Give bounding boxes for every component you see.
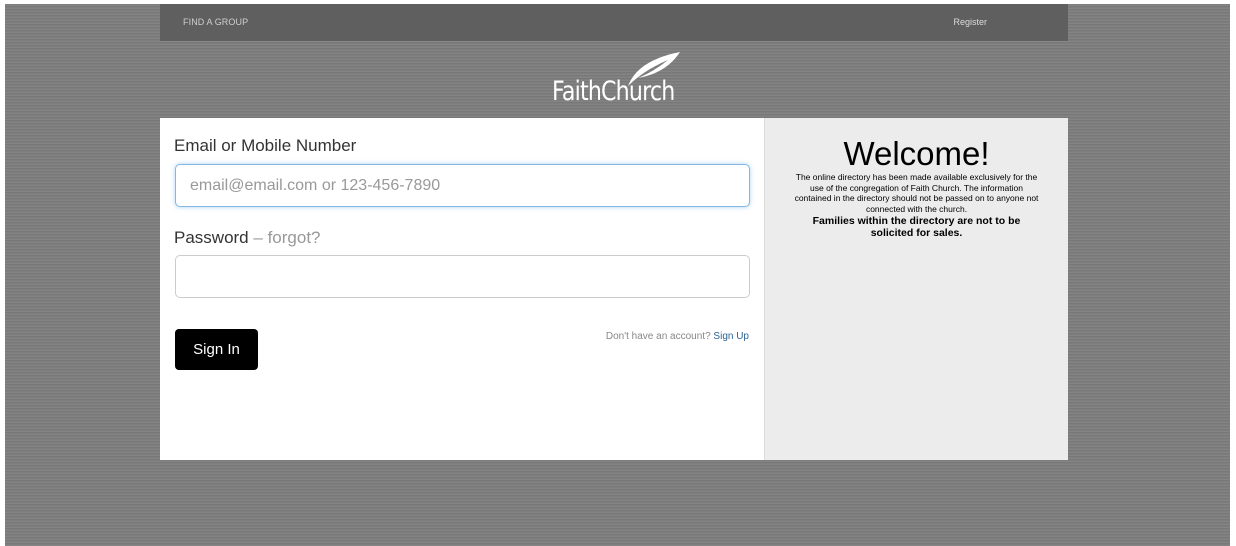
login-card: Email or Mobile Number Password – forgot…: [160, 118, 1068, 460]
window-frame-left: [0, 0, 5, 546]
welcome-body-text: The online directory has been made avail…: [794, 172, 1039, 214]
email-field[interactable]: [175, 164, 750, 207]
find-a-group-link[interactable]: FIND A GROUP: [183, 17, 248, 27]
signup-prompt: Don't have an account?: [605, 331, 711, 342]
sign-in-button[interactable]: Sign In: [175, 329, 258, 370]
window-frame-right: [1230, 0, 1236, 546]
welcome-panel: Welcome! The online directory has been m…: [764, 118, 1068, 460]
faith-church-logo[interactable]: FaithChurch: [548, 48, 688, 114]
password-label: Password: [174, 228, 249, 247]
welcome-title: Welcome!: [843, 135, 990, 172]
signup-prompt-row: Don't have an account? Sign Up: [606, 331, 749, 342]
welcome-notice: Families within the directory are not to…: [812, 215, 1021, 239]
forgot-password-link[interactable]: forgot?: [268, 228, 321, 247]
sign-up-link[interactable]: Sign Up: [713, 331, 749, 342]
password-separator: –: [253, 228, 263, 247]
email-label: Email or Mobile Number: [174, 136, 357, 155]
password-field[interactable]: [175, 255, 750, 298]
register-link[interactable]: Register: [953, 17, 987, 27]
top-nav-bar: FIND A GROUP Register: [160, 4, 1068, 42]
logo-text: FaithChurch: [552, 76, 675, 107]
sign-in-form: Email or Mobile Number Password – forgot…: [160, 118, 764, 460]
password-label-row: Password – forgot?: [174, 228, 321, 248]
